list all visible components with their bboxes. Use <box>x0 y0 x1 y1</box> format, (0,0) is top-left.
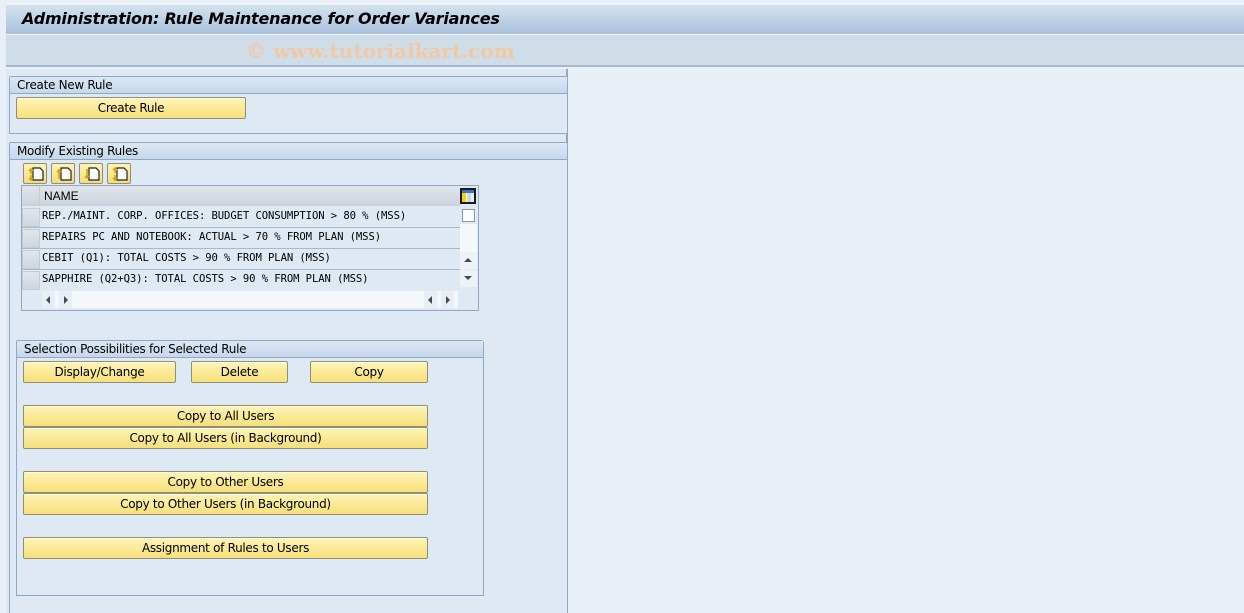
copy-to-all-users-button[interactable]: Copy to All Users <box>23 405 428 427</box>
table-row[interactable]: SAPPHIRE (Q2+Q3): TOTAL COSTS > 90 % FRO… <box>22 270 460 291</box>
scroll-checkbox[interactable] <box>462 209 475 222</box>
copy-to-other-users-button[interactable]: Copy to Other Users <box>23 471 428 493</box>
copy-to-all-users-background-button[interactable]: Copy to All Users (in Background) <box>23 427 428 449</box>
watermark: © www.tutorialkart.com <box>246 39 515 63</box>
table-header: NAME <box>22 186 460 206</box>
application-toolbar: © www.tutorialkart.com <box>6 35 1244 67</box>
rule-name: CEBIT (Q1): TOTAL COSTS > 90 % FROM PLAN… <box>42 252 331 264</box>
row-selector[interactable] <box>22 208 40 227</box>
row-selector[interactable] <box>22 250 40 269</box>
display-change-button[interactable]: Display/Change <box>23 361 176 383</box>
rule-name: REPAIRS PC AND NOTEBOOK: ACTUAL > 70 % F… <box>42 231 382 243</box>
arrow-down-icon <box>464 276 472 280</box>
delete-button[interactable]: Delete <box>191 361 288 383</box>
scroll-left-end-button[interactable] <box>424 291 437 308</box>
scroll-right-button[interactable] <box>59 291 72 308</box>
copy-button[interactable]: Copy <box>310 361 428 383</box>
column-header-name[interactable]: NAME <box>44 189 79 203</box>
row-selector[interactable] <box>22 271 40 290</box>
assignment-of-rules-button[interactable]: Assignment of Rules to Users <box>23 537 428 559</box>
arrow-left-icon <box>46 296 50 304</box>
group-title: Create New Rule <box>10 77 567 94</box>
table-row[interactable]: REP./MAINT. CORP. OFFICES: BUDGET CONSUM… <box>22 207 460 228</box>
scroll-track[interactable] <box>460 224 477 252</box>
vertical-scrollbar[interactable] <box>460 206 478 290</box>
group-title: Modify Existing Rules <box>10 143 567 160</box>
rules-table: NAME REP./MAINT. CORP. OFFICES: BUDGET C… <box>21 185 479 311</box>
sort-down-button[interactable] <box>79 163 103 184</box>
sort-up-icon <box>56 167 72 181</box>
horizontal-scrollbar[interactable] <box>42 291 458 308</box>
table-row[interactable]: CEBIT (Q1): TOTAL COSTS > 90 % FROM PLAN… <box>22 249 460 270</box>
scroll-right-end-button[interactable] <box>441 291 454 308</box>
page-title: Administration: Rule Maintenance for Ord… <box>22 9 500 28</box>
copy-to-other-users-background-button[interactable]: Copy to Other Users (in Background) <box>23 493 428 515</box>
sort-down-icon <box>84 167 100 181</box>
sort-ascending-icon <box>28 167 44 182</box>
sort-descending-button[interactable] <box>107 163 131 184</box>
title-bar: Administration: Rule Maintenance for Ord… <box>6 3 1244 35</box>
row-selector[interactable] <box>22 229 40 248</box>
rule-name: REP./MAINT. CORP. OFFICES: BUDGET CONSUM… <box>42 210 407 222</box>
scroll-up-button[interactable] <box>460 252 477 269</box>
scroll-left-button[interactable] <box>42 291 55 308</box>
create-rule-button[interactable]: Create Rule <box>16 97 246 119</box>
table-row[interactable]: REPAIRS PC AND NOTEBOOK: ACTUAL > 70 % F… <box>22 228 460 249</box>
sort-ascending-button[interactable] <box>23 163 47 184</box>
rule-name: SAPPHIRE (Q2+Q3): TOTAL COSTS > 90 % FRO… <box>42 273 369 285</box>
select-all-cell[interactable] <box>22 186 40 206</box>
column-settings-icon[interactable] <box>460 188 476 204</box>
arrow-up-icon <box>464 258 472 262</box>
sort-up-button[interactable] <box>51 163 75 184</box>
group-title: Selection Possibilities for Selected Rul… <box>17 341 483 358</box>
arrow-right-icon <box>446 296 450 304</box>
scroll-down-button[interactable] <box>460 270 477 287</box>
sort-descending-icon <box>112 166 128 182</box>
arrow-left-icon <box>428 296 432 304</box>
arrow-right-icon <box>64 296 68 304</box>
